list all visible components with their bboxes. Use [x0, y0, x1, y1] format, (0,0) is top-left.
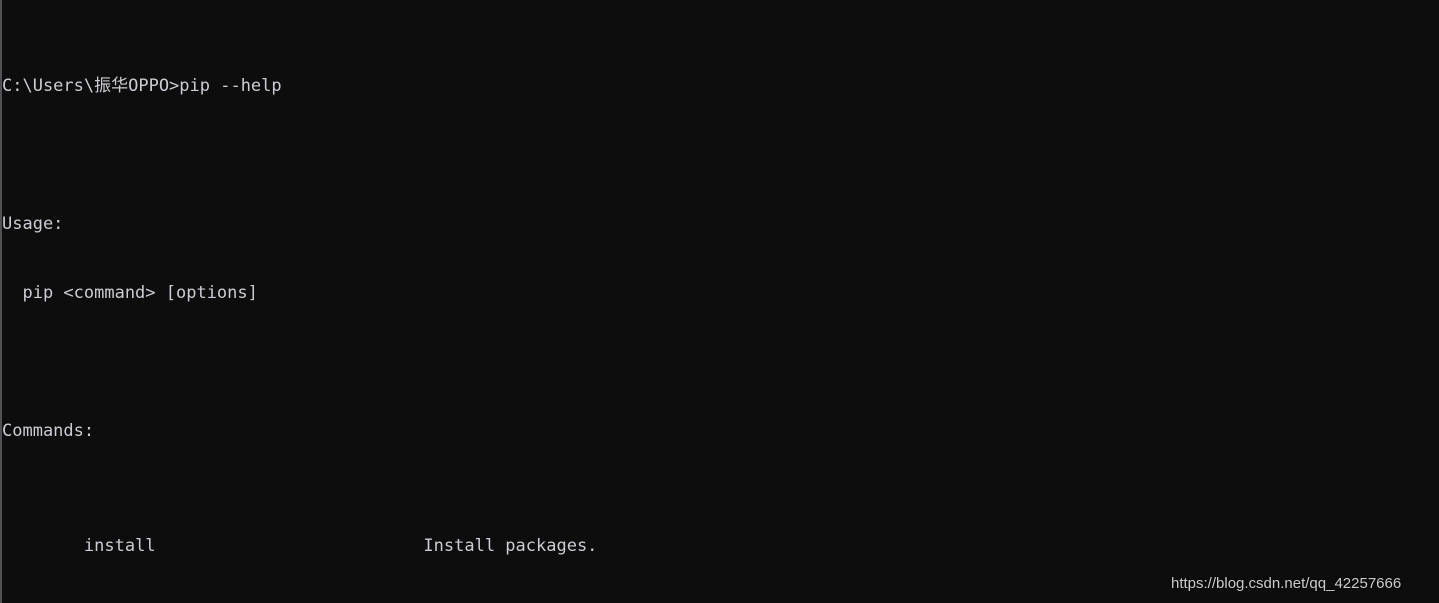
- commands-heading: Commands:: [2, 421, 95, 441]
- command-row: install Install packages.: [2, 512, 1439, 556]
- command-description: Install packages.: [423, 536, 598, 556]
- command-prompt-window[interactable]: C:\Users\振华OPPO>pip --help Usage: pip <c…: [0, 0, 1439, 603]
- console-output-text: C:\Users\振华OPPO>pip --help Usage: pip <c…: [2, 6, 1439, 603]
- prompt-line: C:\Users\振华OPPO>pip --help: [2, 76, 282, 96]
- usage-heading: Usage:: [2, 214, 64, 234]
- command-name: install: [63, 536, 156, 556]
- window-scrollbar-edge[interactable]: [0, 0, 2, 603]
- usage-line: pip <command> [options]: [2, 283, 258, 303]
- watermark-url: https://blog.csdn.net/qq_42257666: [1171, 575, 1402, 592]
